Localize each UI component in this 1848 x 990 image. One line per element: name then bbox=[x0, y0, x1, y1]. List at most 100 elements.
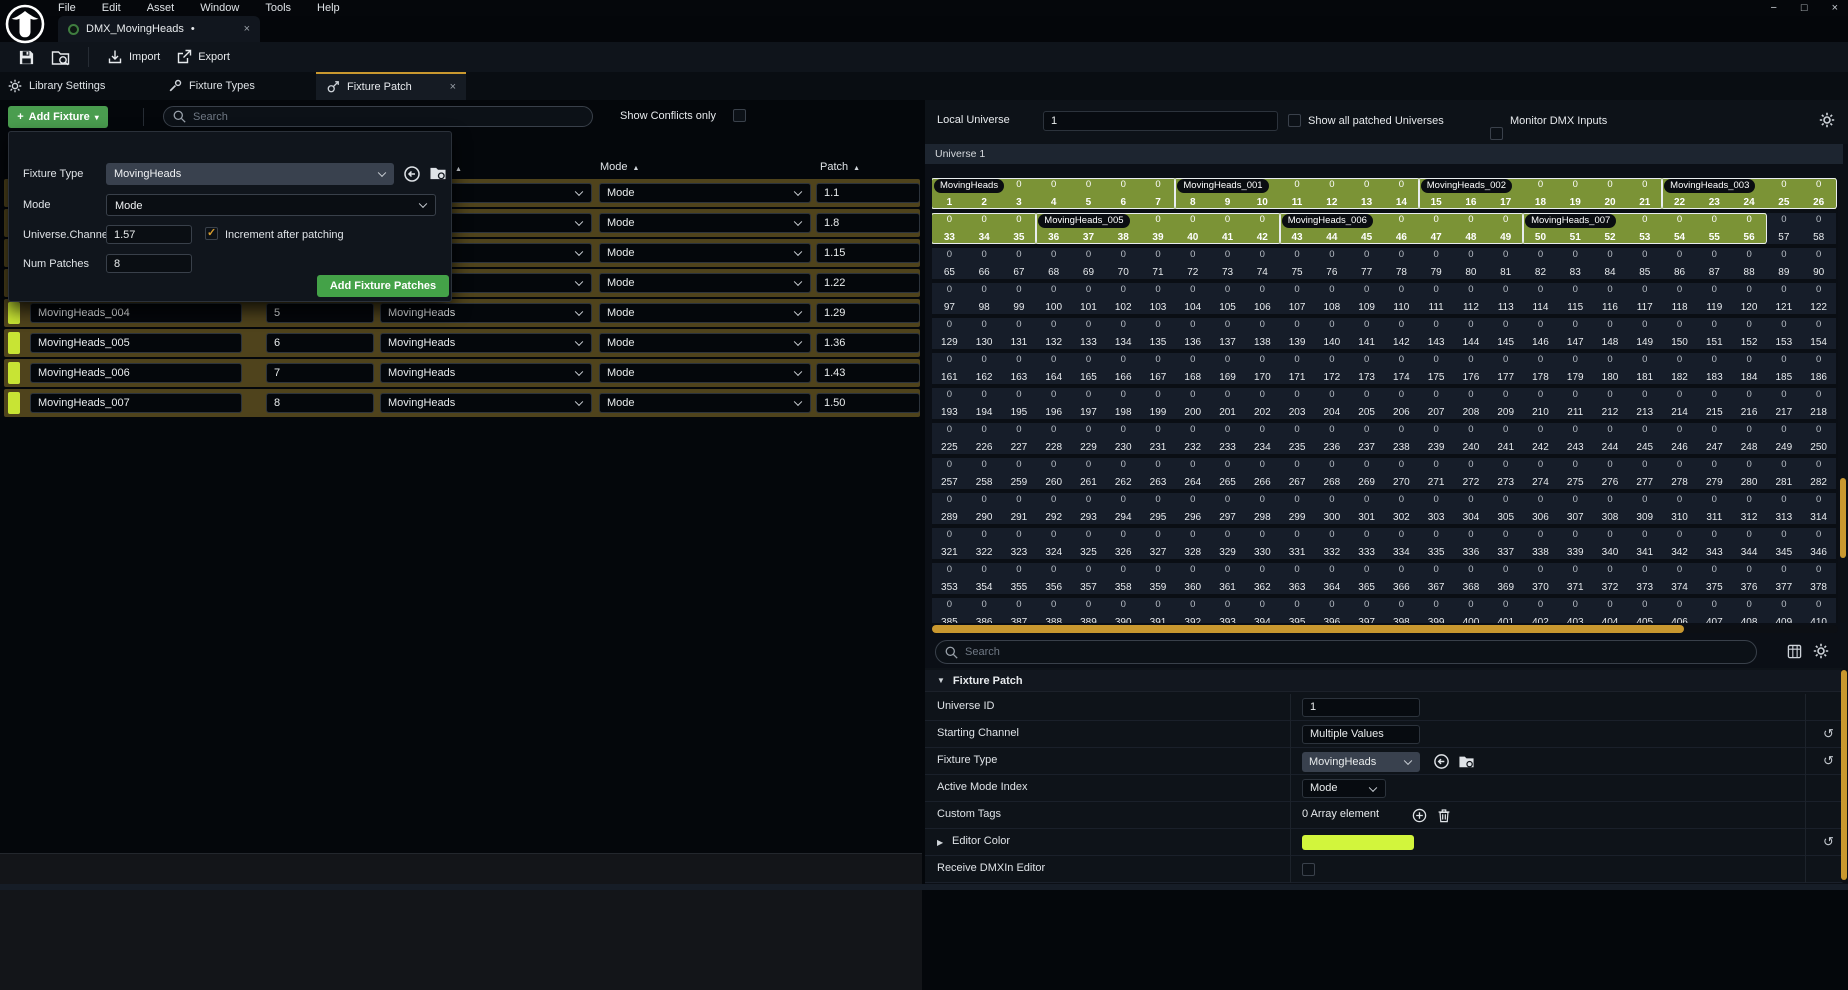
channel-cell[interactable]: 0205 bbox=[1349, 388, 1384, 419]
channel-cell[interactable]: 0259 bbox=[1002, 458, 1037, 489]
grid-vertical-scrollbar[interactable] bbox=[1840, 178, 1846, 623]
channel-cell[interactable]: 0180 bbox=[1593, 353, 1628, 384]
channel-cell[interactable]: 0119 bbox=[1697, 283, 1732, 314]
popup-fixture-type-dropdown[interactable]: MovingHeads bbox=[106, 163, 394, 185]
channel-cell[interactable]: 0353 bbox=[932, 563, 967, 594]
add-fixture-button[interactable]: + Add Fixture ▾ bbox=[8, 106, 108, 128]
channel-cell[interactable]: 0371 bbox=[1558, 563, 1593, 594]
fixture-patch-field[interactable]: 1.50 bbox=[816, 393, 920, 413]
channel-cell[interactable]: 0327 bbox=[1141, 528, 1176, 559]
channel-cell[interactable]: 0178 bbox=[1523, 353, 1558, 384]
browse-asset-button[interactable] bbox=[43, 45, 78, 69]
channel-cell[interactable]: 0109 bbox=[1349, 283, 1384, 314]
channel-cell[interactable]: 0321 bbox=[932, 528, 967, 559]
channel-cell[interactable]: 0355 bbox=[1002, 563, 1037, 594]
channel-cell[interactable]: 0142 bbox=[1384, 318, 1419, 349]
channel-cell[interactable]: 0238 bbox=[1384, 423, 1419, 454]
channel-cell[interactable]: 0294 bbox=[1106, 493, 1141, 524]
channel-cell[interactable]: 0161 bbox=[932, 353, 967, 384]
channel-cell[interactable]: 06 bbox=[1106, 178, 1141, 209]
channel-cell[interactable]: 0111 bbox=[1419, 283, 1454, 314]
channel-cell[interactable]: 0195 bbox=[1002, 388, 1037, 419]
channel-cell[interactable]: 0164 bbox=[1036, 353, 1071, 384]
channel-cell[interactable]: 011 bbox=[1280, 178, 1315, 209]
channel-cell[interactable]: 081 bbox=[1488, 248, 1523, 279]
channel-cell[interactable]: 0257 bbox=[932, 458, 967, 489]
fixture-mode-dropdown[interactable]: Mode bbox=[599, 273, 811, 293]
channel-cell[interactable]: 0236 bbox=[1314, 423, 1349, 454]
channel-cell[interactable]: 0203 bbox=[1280, 388, 1315, 419]
channel-cell[interactable]: 0295 bbox=[1141, 493, 1176, 524]
channel-cell[interactable]: 0117 bbox=[1627, 283, 1662, 314]
channel-cell[interactable]: 0177 bbox=[1488, 353, 1523, 384]
channel-cell[interactable]: 0232 bbox=[1175, 423, 1210, 454]
fixture-mode-dropdown[interactable]: Mode bbox=[599, 213, 811, 233]
channel-cell[interactable]: 087 bbox=[1697, 248, 1732, 279]
channel-cell[interactable]: 0217 bbox=[1766, 388, 1801, 419]
tab-library-settings[interactable]: Library Settings bbox=[8, 72, 105, 100]
channel-cell[interactable]: 0107 bbox=[1280, 283, 1315, 314]
channel-cell[interactable]: 0204 bbox=[1314, 388, 1349, 419]
channel-cell[interactable]: 0365 bbox=[1349, 563, 1384, 594]
fixture-type-dropdown[interactable]: MovingHeads bbox=[380, 333, 592, 353]
column-splitter[interactable] bbox=[1290, 802, 1291, 829]
property-mode-dropdown[interactable]: Mode bbox=[1302, 779, 1386, 798]
channel-cell[interactable]: 0206 bbox=[1384, 388, 1419, 419]
channel-cell[interactable]: 0401 bbox=[1488, 598, 1523, 623]
channel-cell[interactable]: 098 bbox=[967, 283, 1002, 314]
channel-cell[interactable]: 0346 bbox=[1801, 528, 1836, 559]
channel-cell[interactable]: 0237 bbox=[1349, 423, 1384, 454]
channel-cell[interactable]: 0340 bbox=[1593, 528, 1628, 559]
channel-cell[interactable]: 068 bbox=[1036, 248, 1071, 279]
channel-cell[interactable]: 0368 bbox=[1454, 563, 1489, 594]
show-conflicts-checkbox[interactable] bbox=[733, 109, 746, 122]
property-fixture-type-dropdown[interactable]: MovingHeads bbox=[1302, 752, 1420, 772]
channel-cell[interactable]: 0367 bbox=[1419, 563, 1454, 594]
fixture-patch-field[interactable]: 1.8 bbox=[816, 213, 920, 233]
channel-cell[interactable]: 0397 bbox=[1349, 598, 1384, 623]
channel-cell[interactable]: 026 bbox=[1801, 178, 1836, 209]
channel-cell[interactable]: 065 bbox=[932, 248, 967, 279]
channel-cell[interactable]: 0211 bbox=[1558, 388, 1593, 419]
channel-cell[interactable]: 075 bbox=[1280, 248, 1315, 279]
channel-cell[interactable]: 0410 bbox=[1801, 598, 1836, 623]
channel-cell[interactable]: 0241 bbox=[1488, 423, 1523, 454]
channel-cell[interactable]: 041 bbox=[1210, 213, 1245, 244]
channel-cell[interactable]: 0375 bbox=[1697, 563, 1732, 594]
channel-cell[interactable]: 090 bbox=[1801, 248, 1836, 279]
channel-cell[interactable]: 0300 bbox=[1314, 493, 1349, 524]
fixture-search-input[interactable] bbox=[193, 111, 542, 123]
channel-cell[interactable]: 0364 bbox=[1314, 563, 1349, 594]
channel-cell[interactable]: 0102 bbox=[1106, 283, 1141, 314]
receive-dmx-checkbox[interactable] bbox=[1302, 863, 1315, 876]
channel-cell[interactable]: 0170 bbox=[1245, 353, 1280, 384]
channel-cell[interactable]: 0243 bbox=[1558, 423, 1593, 454]
use-selected-asset-icon[interactable] bbox=[1433, 753, 1450, 770]
channel-cell[interactable]: 0120 bbox=[1732, 283, 1767, 314]
channel-cell[interactable]: 0145 bbox=[1488, 318, 1523, 349]
save-button[interactable] bbox=[10, 45, 43, 69]
channel-cell[interactable]: 0121 bbox=[1766, 283, 1801, 314]
channel-cell[interactable]: 0261 bbox=[1071, 458, 1106, 489]
channel-cell[interactable]: 0248 bbox=[1732, 423, 1767, 454]
channel-cell[interactable]: 0245 bbox=[1627, 423, 1662, 454]
channel-cell[interactable]: 0391 bbox=[1141, 598, 1176, 623]
fixture-mode-dropdown[interactable]: Mode bbox=[599, 363, 811, 383]
channel-cell[interactable]: 020 bbox=[1593, 178, 1628, 209]
channel-cell[interactable]: 0354 bbox=[967, 563, 1002, 594]
channel-cell[interactable]: 0309 bbox=[1627, 493, 1662, 524]
channel-cell[interactable]: 0202 bbox=[1245, 388, 1280, 419]
channel-cell[interactable]: 0247 bbox=[1697, 423, 1732, 454]
asset-tab[interactable]: DMX_MovingHeads • × bbox=[58, 16, 260, 42]
channel-cell[interactable]: 0153 bbox=[1766, 318, 1801, 349]
channel-cell[interactable]: 0146 bbox=[1523, 318, 1558, 349]
channel-cell[interactable]: 0403 bbox=[1558, 598, 1593, 623]
channel-cell[interactable]: 0363 bbox=[1280, 563, 1315, 594]
channel-cell[interactable]: 0362 bbox=[1245, 563, 1280, 594]
export-button[interactable]: Export bbox=[168, 45, 238, 69]
fixture-patch-field[interactable]: 1.29 bbox=[816, 303, 920, 323]
channel-cell[interactable]: 0218 bbox=[1801, 388, 1836, 419]
channel-cell[interactable]: 0277 bbox=[1627, 458, 1662, 489]
channel-cell[interactable]: 0200 bbox=[1175, 388, 1210, 419]
channel-cell[interactable]: 046 bbox=[1384, 213, 1419, 244]
